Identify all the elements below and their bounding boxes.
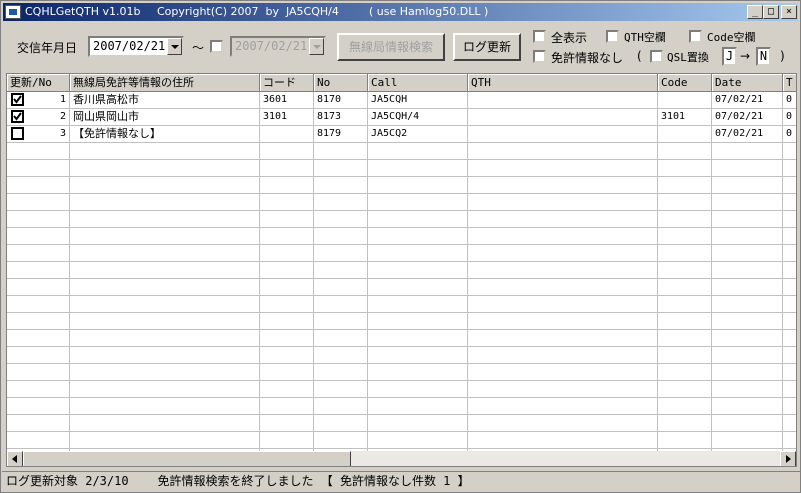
- app-title: CQHLGetQTH v1.01b: [25, 5, 141, 18]
- grid-header: 更新/No 無線局免許等情報の住所 コード No Call QTH Code D…: [7, 74, 796, 92]
- table-row[interactable]: 1 香川県高松市 3601 8170 JA5CQH 07/02/21 0: [7, 92, 796, 108]
- arrow-left-icon: [12, 455, 17, 463]
- status-target: ログ更新対象 2/3/10: [6, 474, 129, 488]
- column-header[interactable]: QTH: [468, 74, 658, 92]
- maximize-button[interactable]: □: [763, 5, 779, 19]
- qth-blank-label: QTH空欄: [624, 31, 666, 44]
- cell-code: 3601: [263, 94, 288, 105]
- cell-num: 8173: [317, 111, 342, 122]
- chevron-down-icon[interactable]: [167, 38, 182, 55]
- scroll-left-button[interactable]: [7, 451, 23, 466]
- close-button[interactable]: ×: [781, 5, 797, 19]
- date-label: 交信年月日: [17, 41, 78, 55]
- cell-qth: [468, 126, 657, 142]
- column-header[interactable]: No: [314, 74, 368, 92]
- date-to-checkbox[interactable]: [210, 40, 223, 53]
- cell-t: 0: [786, 111, 793, 122]
- cell-date: 07/02/21: [715, 111, 764, 122]
- results-grid[interactable]: 更新/No 無線局免許等情報の住所 コード No Call QTH Code D…: [6, 73, 797, 467]
- cell-no: 3: [59, 128, 66, 139]
- table-row[interactable]: 2 岡山県岡山市 3101 8173 JA5CQH/4 3101 07/02/21 0: [7, 109, 796, 125]
- date-from-value: 2007/02/21: [93, 39, 166, 53]
- column-header[interactable]: T: [783, 74, 796, 92]
- chevron-down-icon[interactable]: [309, 38, 324, 55]
- arrow-right-icon: [786, 455, 791, 463]
- cell-qcode: 3101: [661, 111, 686, 122]
- qsl-replace-label: QSL置換: [667, 51, 709, 64]
- code-blank-label: Code空欄: [707, 31, 756, 44]
- title-bar[interactable]: CQHLGetQTH v1.01b Copyright(C) 2007 by J…: [3, 3, 798, 21]
- show-all-label: 全表示: [551, 31, 588, 45]
- no-license-label: 免許情報なし: [551, 51, 624, 65]
- copyright-text: Copyright(C) 2007 by JA5CQH/4: [157, 5, 339, 18]
- cell-address: 香川県高松市: [73, 93, 139, 106]
- status-message: 免許情報検索を終了しました: [157, 474, 314, 488]
- grid-body: 1 香川県高松市 3601 8170 JA5CQH 07/02/21 0 2 岡山県岡山市 310…: [7, 92, 796, 452]
- tilde-label: 〜: [192, 41, 205, 55]
- cell-num: 8179: [317, 128, 342, 139]
- column-header[interactable]: 無線局免許等情報の住所: [70, 74, 260, 92]
- horizontal-scrollbar[interactable]: [7, 451, 796, 466]
- scroll-thumb[interactable]: [23, 451, 351, 466]
- cell-t: 0: [786, 128, 793, 139]
- show-all-checkbox[interactable]: [533, 30, 546, 43]
- status-bar: ログ更新対象 2/3/10 免許情報検索を終了しました 【 免許情報なし件数 1…: [2, 471, 800, 492]
- cell-num: 8170: [317, 94, 342, 105]
- cell-code: 3101: [263, 111, 288, 122]
- arrow-label: →: [740, 49, 751, 63]
- cell-qth: [468, 92, 657, 108]
- cell-address: 【免許情報なし】: [73, 127, 161, 140]
- qsl-to-input[interactable]: N: [756, 47, 771, 66]
- column-header[interactable]: コード: [260, 74, 314, 92]
- code-blank-checkbox[interactable]: [689, 30, 702, 43]
- column-header[interactable]: Call: [368, 74, 468, 92]
- date-to-value: 2007/02/21: [235, 39, 308, 53]
- dll-text: ( use Hamlog50.DLL ): [369, 5, 489, 18]
- app-window: CQHLGetQTH v1.01b Copyright(C) 2007 by J…: [0, 0, 801, 493]
- cell-call: JA5CQ2: [371, 128, 408, 139]
- search-license-button[interactable]: 無線局情報検索: [337, 33, 445, 61]
- date-from-combo[interactable]: 2007/02/21: [88, 36, 184, 57]
- cell-call: JA5CQH/4: [371, 111, 420, 122]
- qsl-from-input[interactable]: J: [722, 47, 737, 66]
- column-header[interactable]: 更新/No: [7, 74, 70, 92]
- qth-blank-checkbox[interactable]: [606, 30, 619, 43]
- app-icon[interactable]: [5, 5, 21, 19]
- scroll-right-button[interactable]: [780, 451, 796, 466]
- cell-qcode: [658, 92, 711, 108]
- paren-open: (: [637, 49, 642, 63]
- column-header[interactable]: Code: [658, 74, 712, 92]
- cell-qcode: [658, 126, 711, 142]
- no-license-checkbox[interactable]: [533, 50, 546, 63]
- cell-no: 1: [59, 94, 66, 105]
- cell-date: 07/02/21: [715, 128, 764, 139]
- cell-date: 07/02/21: [715, 94, 764, 105]
- cell-t: 0: [786, 94, 793, 105]
- cell-address: 岡山県岡山市: [73, 110, 139, 123]
- status-result: 【 免許情報なし件数 1 】: [320, 474, 470, 488]
- date-to-combo[interactable]: 2007/02/21: [230, 36, 326, 57]
- cell-no: 2: [59, 111, 66, 122]
- table-row[interactable]: 3 【免許情報なし】 8179 JA5CQ2 07/02/21 0: [7, 126, 796, 142]
- minimize-button[interactable]: _: [747, 5, 763, 19]
- column-header[interactable]: Date: [712, 74, 783, 92]
- qsl-replace-checkbox[interactable]: [650, 50, 663, 63]
- cell-call: JA5CQH: [371, 94, 408, 105]
- update-log-button[interactable]: ログ更新: [453, 33, 521, 61]
- cell-qth: [468, 109, 657, 125]
- cell-code: [260, 126, 313, 142]
- paren-close: ): [780, 49, 785, 63]
